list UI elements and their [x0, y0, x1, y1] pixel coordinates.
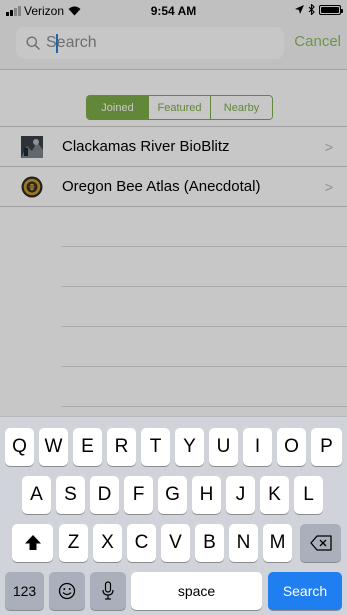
key-f[interactable]: F	[124, 476, 153, 514]
key-c[interactable]: C	[127, 524, 156, 562]
backspace-icon	[309, 535, 332, 551]
key-m[interactable]: M	[263, 524, 292, 562]
tab-joined[interactable]: Joined	[87, 96, 149, 119]
location-arrow-icon	[295, 5, 304, 14]
key-z[interactable]: Z	[59, 524, 88, 562]
key-u[interactable]: U	[209, 428, 238, 466]
key-g[interactable]: G	[158, 476, 187, 514]
key-a[interactable]: A	[22, 476, 51, 514]
list-separator	[62, 366, 347, 406]
key-n[interactable]: N	[229, 524, 258, 562]
chevron-right-icon: >	[324, 179, 333, 195]
dictation-key[interactable]	[90, 572, 126, 610]
projects-content: Joined Featured Nearby Clackamas River B…	[0, 71, 347, 416]
key-l[interactable]: L	[294, 476, 323, 514]
project-list: Clackamas River BioBlitz > Oregon Bee At…	[0, 126, 347, 446]
bluetooth-icon	[308, 4, 315, 15]
microphone-icon	[102, 581, 114, 600]
search-input[interactable]	[46, 34, 266, 52]
key-q[interactable]: Q	[5, 428, 34, 466]
project-row[interactable]: Oregon Bee Atlas (Anecdotal) >	[0, 166, 347, 206]
project-photo-icon	[21, 136, 43, 158]
shift-arrow-icon	[24, 535, 41, 550]
bee-atlas-logo-icon	[21, 176, 43, 198]
key-p[interactable]: P	[311, 428, 342, 466]
search-icon	[26, 36, 40, 50]
project-filter-tabs: Joined Featured Nearby	[86, 95, 273, 120]
project-name: Clackamas River BioBlitz	[62, 138, 230, 155]
search-field[interactable]	[16, 27, 284, 59]
screen: Verizon 9:54 AM Search Cancel Joined Fea…	[0, 0, 347, 615]
emoji-key[interactable]	[49, 572, 85, 610]
right-status-group	[295, 4, 343, 15]
emoji-icon	[58, 582, 76, 600]
text-cursor	[56, 34, 58, 53]
key-b[interactable]: B	[195, 524, 224, 562]
key-r[interactable]: R	[107, 428, 136, 466]
key-h[interactable]: H	[192, 476, 221, 514]
list-separator	[62, 326, 347, 366]
key-i[interactable]: I	[243, 428, 272, 466]
keyboard: Q W E R T Y U I O P A S D F G H J K L Z …	[0, 416, 347, 615]
key-o[interactable]: O	[277, 428, 306, 466]
cancel-button[interactable]: Cancel	[294, 33, 341, 50]
navigation-header: Verizon 9:54 AM Search Cancel	[0, 0, 347, 70]
key-x[interactable]: X	[93, 524, 122, 562]
key-t[interactable]: T	[141, 428, 170, 466]
key-y[interactable]: Y	[175, 428, 204, 466]
list-separator	[0, 206, 347, 246]
battery-icon	[319, 4, 343, 15]
delete-key[interactable]	[300, 524, 341, 562]
chevron-right-icon: >	[324, 139, 333, 155]
tab-featured[interactable]: Featured	[149, 96, 211, 119]
key-s[interactable]: S	[56, 476, 85, 514]
key-j[interactable]: J	[226, 476, 255, 514]
key-w[interactable]: W	[39, 428, 68, 466]
project-name: Oregon Bee Atlas (Anecdotal)	[62, 178, 261, 195]
status-bar: Verizon 9:54 AM	[0, 0, 347, 22]
key-e[interactable]: E	[73, 428, 102, 466]
project-row[interactable]: Clackamas River BioBlitz >	[0, 126, 347, 166]
numbers-key[interactable]: 123	[5, 572, 44, 610]
shift-key[interactable]	[12, 524, 53, 562]
key-v[interactable]: V	[161, 524, 190, 562]
key-k[interactable]: K	[260, 476, 289, 514]
list-separator	[62, 246, 347, 286]
search-key[interactable]: Search	[268, 572, 342, 610]
space-key[interactable]: space	[131, 572, 262, 610]
tab-nearby[interactable]: Nearby	[211, 96, 272, 119]
list-separator	[62, 286, 347, 326]
key-d[interactable]: D	[90, 476, 119, 514]
